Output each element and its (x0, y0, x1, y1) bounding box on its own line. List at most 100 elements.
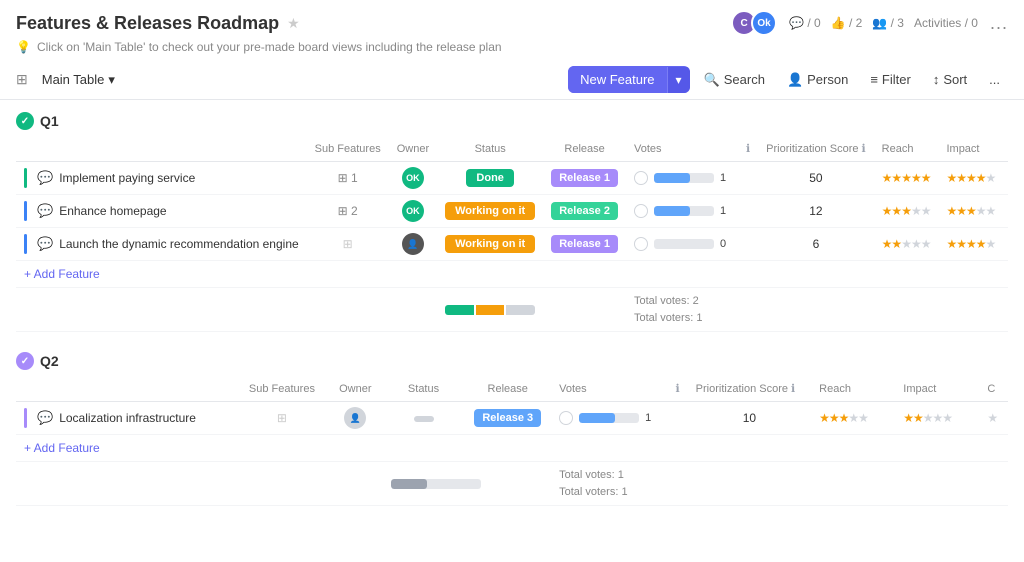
top-right: C Ok 💬 / 0 👍 / 2 👥 / 3 Activities / 0 ..… (731, 10, 1008, 36)
person-button[interactable]: 👤 Person (779, 67, 856, 93)
th-reach: Reach (811, 376, 895, 402)
votes-bar-bg (654, 173, 714, 183)
feature-name: Implement paying service (59, 171, 195, 185)
group-q2-table-wrapper: Sub Features Owner Status Release Votes … (16, 376, 1008, 506)
search-button[interactable]: 🔍 Search (696, 67, 773, 93)
row-accent (24, 234, 27, 254)
reach-stars: ★★★★★ (819, 411, 868, 425)
grid-icon: ⊞ (16, 71, 28, 88)
feature-name: Launch the dynamic recommendation engine (59, 237, 298, 251)
group-q1-circle[interactable]: ✓ (16, 112, 34, 130)
comment-icon[interactable]: 💬 (37, 236, 53, 252)
vote-circle[interactable] (559, 411, 573, 425)
top-bar: Features & Releases Roadmap ★ C Ok 💬 / 0… (0, 0, 1024, 36)
filter-icon: ≡ (870, 72, 878, 87)
release-cell[interactable]: Release 1 (543, 162, 626, 195)
feature-name: Localization infrastructure (59, 411, 196, 425)
progress-bar-cell (437, 288, 626, 332)
th-priority: Prioritization Score ℹ (758, 136, 874, 162)
th-votes: Votes (551, 376, 667, 402)
new-feature-dropdown[interactable]: ▾ (667, 67, 690, 93)
sort-label: Sort (943, 72, 967, 87)
stat-users[interactable]: 👥 / 3 (872, 16, 904, 30)
header-more-button[interactable]: ... (990, 13, 1008, 34)
c-cell: ★ (1003, 195, 1008, 228)
avatar-2[interactable]: Ok (751, 10, 777, 36)
feature-name: Enhance homepage (59, 204, 166, 218)
star-icon[interactable]: ★ (287, 15, 300, 32)
group-q2: ✓ Q2 Sub Features Owner Status Release V… (16, 352, 1008, 506)
new-feature-main[interactable]: New Feature (568, 66, 666, 93)
impact-stars: ★★★★★ (946, 171, 995, 185)
sort-button[interactable]: ↕ Sort (925, 67, 975, 92)
th-status: Status (437, 136, 543, 162)
totals-spacer (758, 288, 1008, 332)
progress-bar-cell (383, 462, 551, 506)
toolbar: ⊞ Main Table ▾ New Feature ▾ 🔍 Search 👤 … (0, 60, 1024, 100)
comment-icon[interactable]: 💬 (37, 410, 53, 426)
impact-stars: ★★★★★ (946, 237, 995, 251)
add-feature-row[interactable]: + Add Feature (16, 261, 1008, 288)
row-accent (24, 168, 27, 188)
main-table-label: Main Table (42, 72, 105, 87)
info-cell (738, 162, 758, 195)
th-info: ℹ (738, 136, 758, 162)
q2-progress-fill (391, 479, 427, 489)
vote-circle[interactable] (634, 171, 648, 185)
th-priority: Prioritization Score ℹ (688, 376, 811, 402)
status-cell[interactable]: Working on it (437, 195, 543, 228)
group-q1-table-wrapper: Sub Features Owner Status Release Votes … (16, 136, 1008, 332)
release-cell[interactable]: Release 2 (543, 195, 626, 228)
votes-number: 1 (720, 172, 730, 184)
toolbar-right: New Feature ▾ 🔍 Search 👤 Person ≡ Filter… (568, 66, 1008, 93)
add-feature-label[interactable]: + Add Feature (16, 261, 1008, 288)
row-name-cell: 💬 Launch the dynamic recommendation engi… (16, 228, 307, 261)
hint-text: Click on 'Main Table' to check out your … (37, 40, 502, 54)
page-title: Features & Releases Roadmap (16, 13, 279, 34)
votes-bar-fill (579, 413, 615, 423)
stat-likes[interactable]: 👍 / 2 (831, 16, 863, 30)
totals-cell: Total votes: 2 Total voters: 1 (626, 288, 758, 332)
stat-comments[interactable]: 💬 / 0 (789, 16, 821, 30)
release-badge: Release 1 (551, 235, 618, 253)
group-q2-circle[interactable]: ✓ (16, 352, 34, 370)
release-cell[interactable]: Release 1 (543, 228, 626, 261)
add-feature-label[interactable]: + Add Feature (16, 435, 1008, 462)
priority-score-cell: 10 (688, 402, 811, 435)
owner-avatar: OK (402, 167, 424, 189)
main-table-button[interactable]: Main Table ▾ (34, 68, 123, 92)
table-row: 💬 Implement paying service ⊞ 1 OK Done (16, 162, 1008, 195)
add-feature-row-q2[interactable]: + Add Feature (16, 435, 1008, 462)
status-cell[interactable]: Done (437, 162, 543, 195)
total-voters-q2: Total voters: 1 (559, 484, 680, 501)
vote-circle[interactable] (634, 204, 648, 218)
reach-cell: ★★★★★ (811, 402, 895, 435)
filter-button[interactable]: ≡ Filter (862, 67, 918, 92)
status-badge: Working on it (445, 202, 535, 220)
votes-bar-bg (654, 206, 714, 216)
release-cell[interactable]: Release 3 (464, 402, 551, 435)
impact-cell: ★★★★★ (938, 228, 1003, 261)
hint-icon: 💡 (16, 40, 31, 54)
toolbar-more-button[interactable]: ... (981, 67, 1008, 92)
th-owner: Owner (328, 376, 383, 402)
status-badge: Working on it (445, 235, 535, 253)
priority-score-cell: 6 (758, 228, 874, 261)
group-q1: ✓ Q1 Sub Features Owner Status Release V… (16, 112, 1008, 332)
stat-activities[interactable]: Activities / 0 (914, 16, 978, 30)
comment-icon[interactable]: 💬 (37, 203, 53, 219)
vote-circle[interactable] (634, 237, 648, 251)
comment-icon[interactable]: 💬 (37, 170, 53, 186)
status-badge (414, 416, 434, 422)
search-icon: 🔍 (704, 72, 720, 88)
sub-features-cell: ⊞ (307, 228, 389, 261)
priority-score: 50 (809, 171, 822, 185)
th-c: C (979, 376, 1008, 402)
top-stats: 💬 / 0 👍 / 2 👥 / 3 Activities / 0 (789, 16, 978, 30)
status-cell[interactable]: Working on it (437, 228, 543, 261)
c-cell: ★ (979, 402, 1008, 435)
status-cell[interactable] (383, 402, 465, 435)
hint-bar: 💡 Click on 'Main Table' to check out you… (0, 36, 1024, 60)
new-feature-button[interactable]: New Feature ▾ (568, 66, 689, 93)
reach-cell: ★★★★★ (874, 195, 939, 228)
